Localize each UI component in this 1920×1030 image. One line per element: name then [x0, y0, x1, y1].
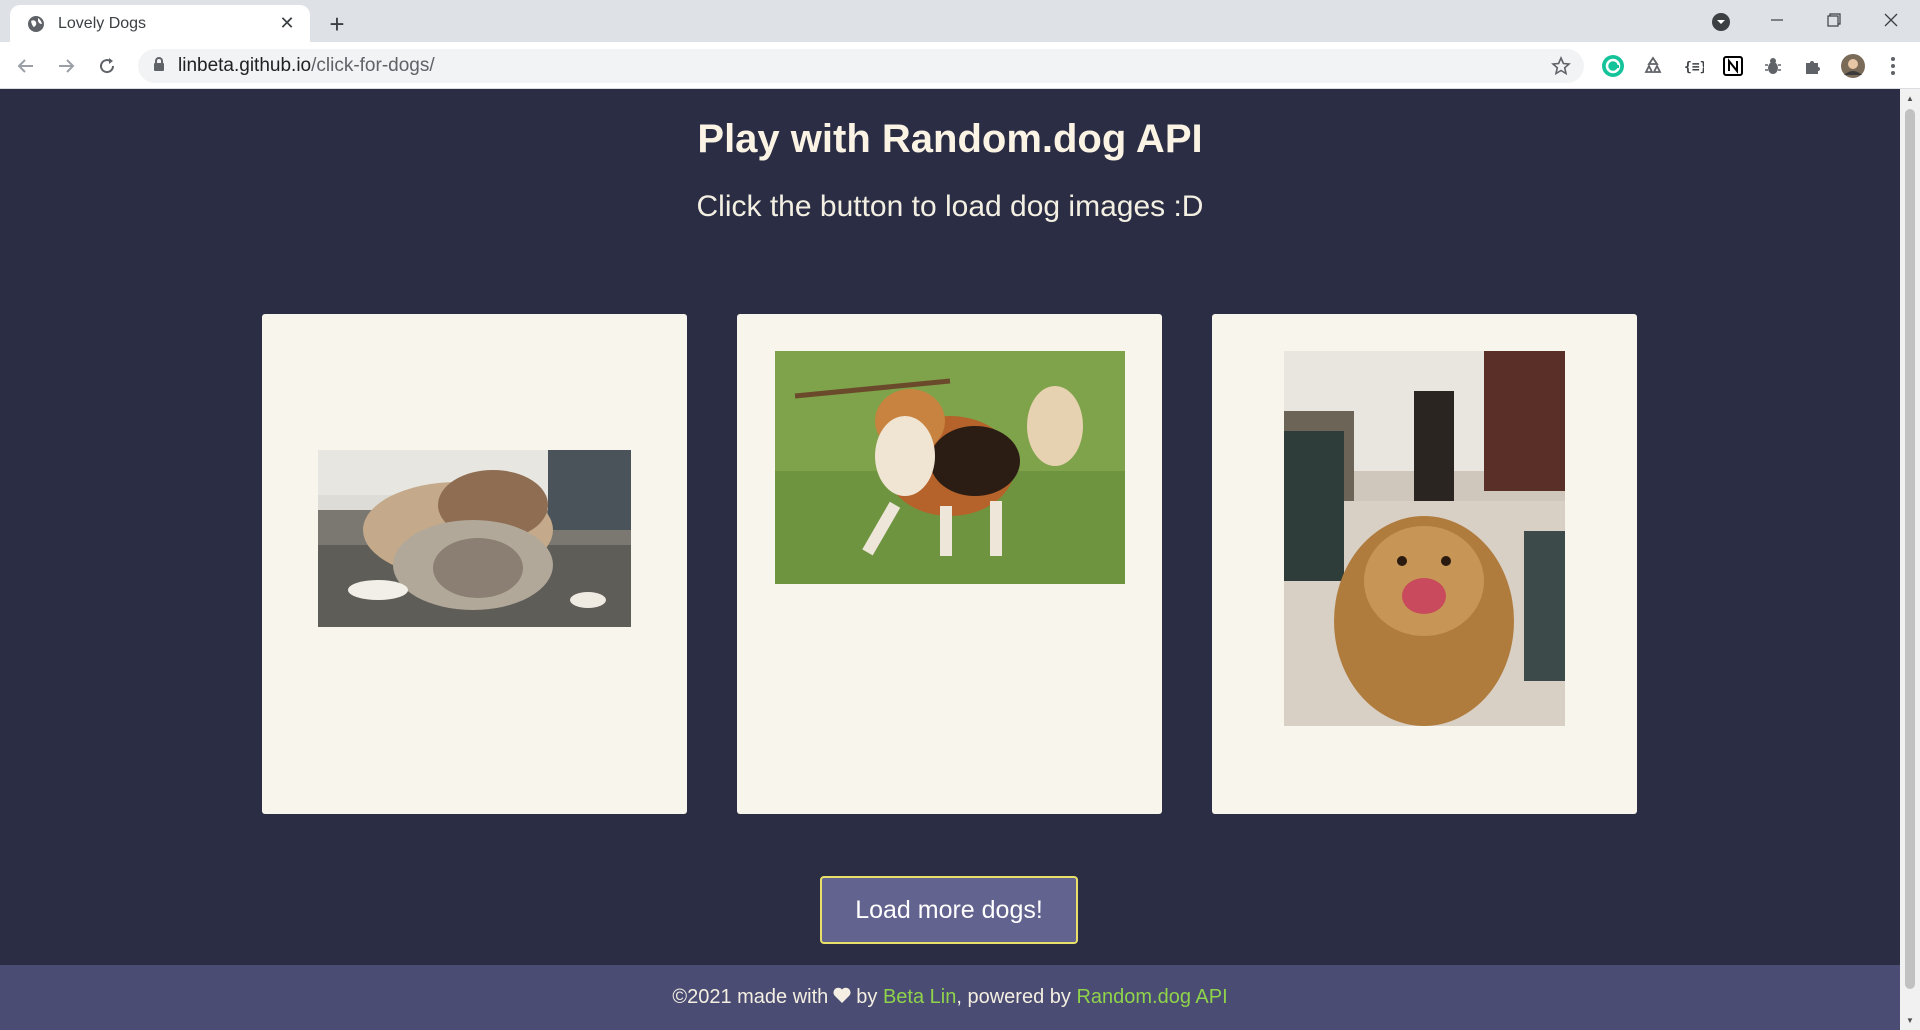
footer-by: by — [856, 986, 878, 1008]
browser-tab[interactable]: Lovely Dogs ✕ — [10, 5, 310, 42]
url-text: linbeta.github.io/click-for-dogs/ — [178, 55, 435, 77]
page-subtitle: Click the button to load dog images :D — [696, 190, 1204, 223]
puzzle-icon[interactable] — [1800, 53, 1826, 79]
footer: ©2021 made with by Beta Lin, powered by … — [0, 965, 1900, 1030]
bug-icon[interactable] — [1760, 53, 1786, 79]
scroll-thumb[interactable] — [1905, 109, 1915, 989]
dog-image — [1284, 351, 1565, 726]
footer-powered: , powered by — [956, 986, 1071, 1008]
braces-icon[interactable]: {≡} — [1680, 53, 1706, 79]
close-tab-icon[interactable]: ✕ — [276, 13, 298, 35]
back-arrow-icon[interactable] — [10, 50, 42, 82]
bookmark-star-icon[interactable] — [1550, 55, 1572, 77]
grammarly-icon[interactable] — [1600, 53, 1626, 79]
page-content: Play with Random.dog API Click the butto… — [0, 89, 1900, 1030]
forward-arrow-icon[interactable] — [50, 50, 82, 82]
lock-icon[interactable] — [152, 56, 166, 77]
address-bar[interactable]: linbeta.github.io/click-for-dogs/ — [138, 49, 1584, 83]
minimize-icon[interactable] — [1748, 0, 1806, 40]
random-dog-api-link[interactable]: Random.dog API — [1076, 986, 1227, 1009]
avatar[interactable] — [1840, 53, 1866, 79]
new-tab-icon[interactable]: + — [322, 9, 352, 39]
dog-image — [318, 450, 631, 627]
globe-icon — [26, 14, 46, 34]
author-link[interactable]: Beta Lin — [883, 986, 956, 1009]
dog-card — [262, 314, 687, 814]
svg-text:{≡}: {≡} — [1684, 60, 1704, 75]
page-title: Play with Random.dog API — [697, 117, 1203, 161]
page-scrollbar[interactable]: ▲ ▼ — [1900, 89, 1920, 1030]
menu-kebab-icon[interactable] — [1880, 53, 1906, 79]
dog-card — [737, 314, 1162, 814]
dog-card — [1212, 314, 1637, 814]
recycle-icon[interactable] — [1640, 53, 1666, 79]
tab-strip: Lovely Dogs ✕ + — [0, 0, 1920, 42]
dog-image — [775, 351, 1125, 584]
heart-icon — [832, 986, 852, 1010]
reload-icon[interactable] — [91, 50, 123, 82]
close-window-icon[interactable] — [1862, 0, 1920, 40]
restore-icon[interactable] — [1805, 0, 1863, 40]
url-path: /click-for-dogs/ — [311, 55, 435, 76]
footer-prefix: ©2021 made with — [672, 986, 829, 1008]
url-host: linbeta.github.io — [178, 55, 312, 76]
tab-title: Lovely Dogs — [58, 14, 147, 32]
scroll-up-arrow-icon[interactable]: ▲ — [1905, 93, 1915, 103]
browser-toolbar: linbeta.github.io/click-for-dogs/ {≡} — [0, 42, 1920, 89]
notion-icon[interactable] — [1720, 53, 1746, 79]
load-more-dogs-button[interactable]: Load more dogs! — [820, 876, 1078, 944]
scroll-down-arrow-icon[interactable]: ▼ — [1905, 1015, 1915, 1025]
tab-search-icon[interactable] — [1708, 9, 1734, 35]
